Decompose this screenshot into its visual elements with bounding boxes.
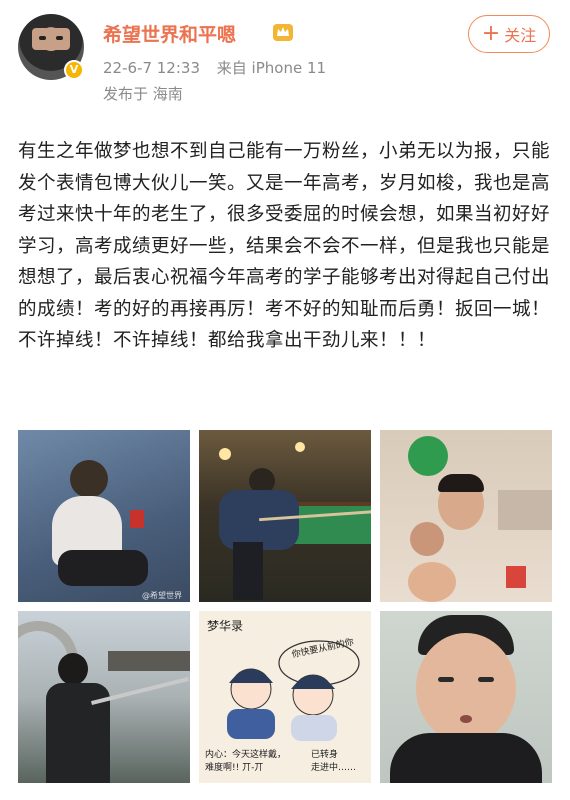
comic-caption-right: 已转身 走进中…… <box>311 750 357 773</box>
ceiling-lamp <box>219 448 231 460</box>
person-face <box>410 522 444 556</box>
person-figure <box>70 460 108 498</box>
crown-icon <box>273 24 293 41</box>
red-drink <box>506 566 526 588</box>
person-head <box>58 653 88 685</box>
person-shirt <box>390 733 542 783</box>
username[interactable]: 希望世界和平嗯 <box>103 20 236 47</box>
person-face <box>416 633 516 743</box>
post-time: 22-6-7 12:33 <box>103 59 200 77</box>
post-image-3[interactable] <box>380 430 552 602</box>
post-image-6[interactable] <box>380 611 552 783</box>
red-cloth <box>130 510 144 528</box>
plus-icon: + <box>481 21 501 46</box>
follow-label: 关注 <box>504 26 537 45</box>
post-image-2[interactable] <box>199 430 371 602</box>
person-eye <box>478 677 494 682</box>
shelf <box>498 490 552 530</box>
person-mouth <box>460 715 472 723</box>
post-body-text: 有生之年做梦也想不到自己能有一万粉丝，小弟无以为报，只能发个表情包博大伙儿一笑。… <box>18 141 551 351</box>
post-meta: 22-6-7 12:33 来自 iPhone 11 <box>103 57 338 78</box>
ceiling-lamp <box>295 442 305 452</box>
person-eye <box>438 677 454 682</box>
person-hair <box>438 474 484 492</box>
post-source: 来自 iPhone 11 <box>216 59 327 77</box>
avatar-face <box>32 28 70 50</box>
post-location: 发布于 海南 <box>103 85 183 103</box>
follow-button[interactable]: + 关注 <box>468 15 550 53</box>
building-roof <box>108 651 190 671</box>
person-legs <box>233 542 263 600</box>
post-header: V 希望世界和平嗯 22-6-7 12:33 来自 iPhone 11 发布于 … <box>0 0 570 120</box>
person-legs <box>58 550 148 586</box>
post-image-4[interactable] <box>18 611 190 783</box>
verified-badge-icon: V <box>64 60 84 80</box>
comic-caption-left: 内心：今天这样戴， 难度啊!! 丌-丌 <box>205 750 287 773</box>
bottle <box>408 436 448 476</box>
person-face <box>408 562 456 602</box>
post-image-5[interactable]: 梦华录 你快要从前的你 内心：今天这样戴， 难度啊!! 丌-丌 已转身 走进中…… <box>199 611 371 783</box>
image-watermark: @希望世界 <box>142 591 182 600</box>
post-image-1[interactable]: @希望世界 <box>18 430 190 602</box>
